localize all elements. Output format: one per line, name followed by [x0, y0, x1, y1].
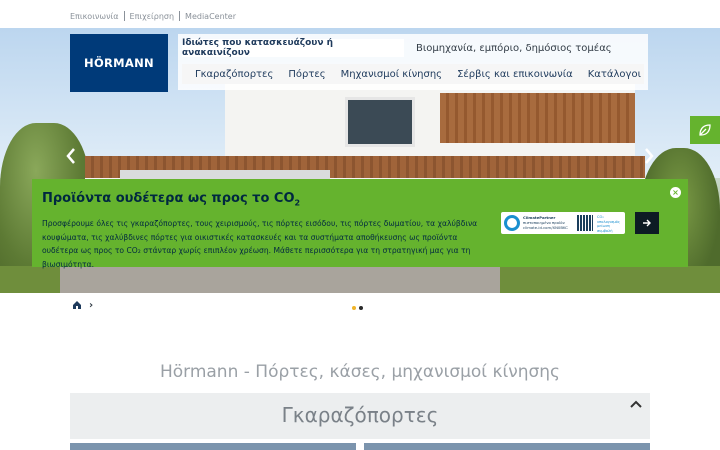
section-title: Γκαραζόπορτες	[281, 403, 439, 427]
product-thumbnails	[70, 443, 650, 450]
nav-item-operators[interactable]: Μηχανισμοί κίνησης	[341, 69, 442, 80]
section-garage-doors[interactable]: Γκαραζόπορτες	[70, 393, 650, 439]
nav-item-service[interactable]: Σέρβις και επικοινωνία	[457, 69, 573, 80]
logo-text: HÖRMANN	[84, 56, 154, 70]
hormann-logo[interactable]: HÖRMANN	[70, 34, 168, 92]
close-icon[interactable]: ×	[670, 187, 681, 198]
nav-item-garage-doors[interactable]: Γκαραζόπορτες	[195, 69, 273, 80]
top-link-contact[interactable]: Επικοινωνία	[70, 12, 119, 21]
banner-text: Προσφέρουμε όλες τις γκαραζόπορτες, τους…	[42, 219, 478, 269]
qr-code-icon	[577, 215, 593, 231]
chevron-right-icon[interactable]	[642, 145, 656, 167]
home-icon[interactable]	[72, 300, 82, 310]
main-navigation: Ιδιώτες που κατασκευάζουν ή ανακαινίζουν…	[178, 34, 648, 90]
carousel-dots	[352, 306, 363, 310]
top-link-mediacenter[interactable]: MediaCenter	[185, 12, 236, 21]
arrow-right-icon[interactable]	[635, 212, 659, 234]
product-thumbnail[interactable]	[70, 443, 356, 450]
chevron-up-icon[interactable]	[630, 397, 642, 412]
tab-private-customers[interactable]: Ιδιώτες που κατασκευάζουν ή ανακαινίζουν	[182, 38, 404, 58]
separator	[179, 11, 181, 21]
separator	[123, 11, 125, 21]
tab-industry[interactable]: Βιομηχανία, εμπόριο, δημόσιος τομέας	[416, 39, 612, 57]
carousel-dot[interactable]	[359, 306, 363, 310]
climatepartner-logo-icon	[504, 215, 520, 231]
breadcrumb: ›	[72, 299, 93, 311]
nav-item-catalogues[interactable]: Κατάλογοι	[588, 69, 641, 80]
nav-menu: Γκαραζόπορτες Πόρτες Μηχανισμοί κίνησης …	[182, 64, 644, 84]
climatepartner-badge[interactable]: ClimatePartner πιστοποιημένο προϊόν clim…	[501, 212, 625, 234]
breadcrumb-separator: ›	[89, 299, 94, 311]
page-title: Hörmann - Πόρτες, κάσες, μηχανισμοί κίνη…	[159, 362, 561, 382]
banner-title: Προϊόντα ουδέτερα ως προς το CO2	[42, 191, 301, 208]
product-thumbnail[interactable]	[364, 443, 650, 450]
nav-item-doors[interactable]: Πόρτες	[288, 69, 325, 80]
co2-neutral-banner: Προϊόντα ουδέτερα ως προς το CO2 Προσφέρ…	[32, 179, 688, 269]
chevron-left-icon[interactable]	[64, 145, 78, 167]
top-link-company[interactable]: Επιχείρηση	[130, 12, 175, 21]
leaf-icon[interactable]	[690, 116, 720, 144]
carousel-dot[interactable]	[352, 306, 356, 310]
top-links: Επικοινωνία Επιχείρηση MediaCenter	[70, 9, 236, 23]
